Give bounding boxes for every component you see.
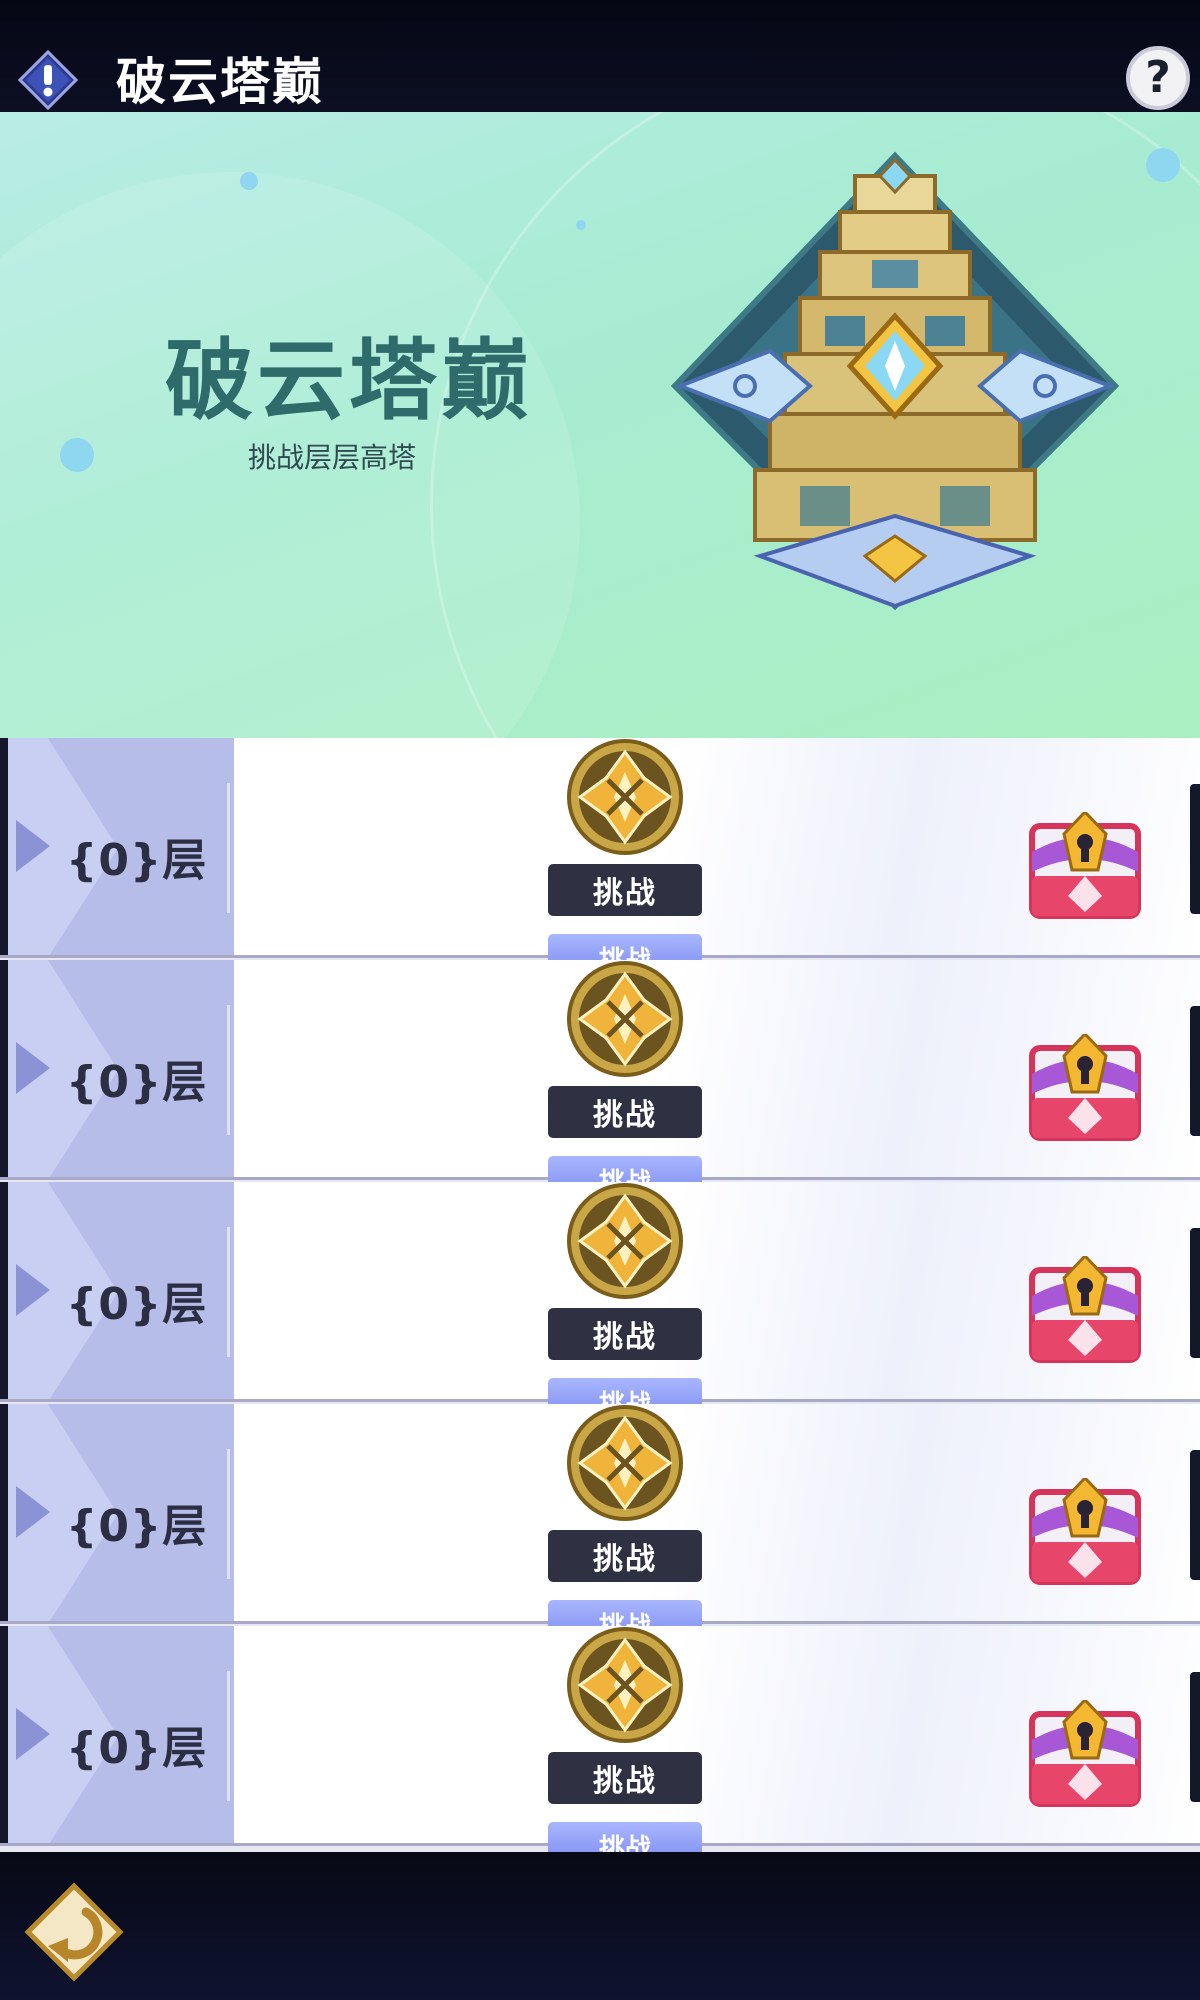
- row-edge: [0, 738, 8, 955]
- floor-label: {0}层: [66, 1501, 208, 1552]
- challenge-button-peek: 挑战: [548, 1822, 702, 1852]
- row-edge: [1190, 1450, 1200, 1580]
- row-edge: [0, 1404, 8, 1621]
- floor-label: {0}层: [66, 1057, 208, 1108]
- chevron-right-icon: [16, 1486, 50, 1538]
- row-edge: [0, 1626, 8, 1843]
- challenge-button[interactable]: 挑战: [548, 1530, 702, 1582]
- tower-emblem-icon: [670, 151, 1120, 611]
- decor-dot: [576, 220, 586, 230]
- row-edge: [1190, 1228, 1200, 1358]
- floor-medal-icon: [567, 739, 683, 855]
- floor-medal-icon: [567, 1405, 683, 1521]
- banner-subtitle: 挑战层层高塔: [248, 441, 417, 474]
- banner: 破云塔巅 挑战层层高塔: [0, 112, 1200, 738]
- decor-dot: [1146, 148, 1180, 182]
- floor-row: {0}层 挑战 挑战: [0, 960, 1200, 1196]
- banner-title: 破云塔巅: [165, 329, 534, 432]
- floor-row: {0}层 挑战 挑战: [0, 1404, 1200, 1640]
- chevron-right-icon: [16, 820, 50, 872]
- challenge-button[interactable]: 挑战: [548, 864, 702, 916]
- divider: [227, 1671, 230, 1801]
- floor-row: {0}层 挑战 挑战: [0, 1182, 1200, 1418]
- info-icon[interactable]: [18, 50, 78, 110]
- row-edge: [1190, 1006, 1200, 1136]
- treasure-chest-icon[interactable]: [1026, 1034, 1144, 1142]
- challenge-button[interactable]: 挑战: [548, 1752, 702, 1804]
- help-button[interactable]: ?: [1126, 46, 1190, 110]
- chevron-right-icon: [16, 1264, 50, 1316]
- floor-medal-icon: [567, 961, 683, 1077]
- treasure-chest-icon[interactable]: [1026, 1478, 1144, 1586]
- bottom-bar: [0, 1852, 1200, 2000]
- row-edge: [0, 1182, 8, 1399]
- floor-row: {0}层 挑战 挑战: [0, 1626, 1200, 1852]
- treasure-chest-icon[interactable]: [1026, 1256, 1144, 1364]
- floor-row: {0}层 挑战 挑战: [0, 738, 1200, 974]
- page-title: 破云塔巅: [116, 53, 324, 111]
- back-arrow-icon[interactable]: [24, 1882, 124, 1982]
- row-edge: [1190, 1672, 1200, 1802]
- chevron-right-icon: [16, 1708, 50, 1760]
- row-edge: [1190, 784, 1200, 914]
- floor-label: {0}层: [66, 1279, 208, 1330]
- row-edge: [0, 960, 8, 1177]
- divider: [227, 1227, 230, 1357]
- challenge-button[interactable]: 挑战: [548, 1308, 702, 1360]
- floor-medal-icon: [567, 1183, 683, 1299]
- divider: [227, 783, 230, 913]
- divider: [227, 1449, 230, 1579]
- floor-list[interactable]: {0}层 挑战 挑战 {0}层: [0, 738, 1200, 1852]
- treasure-chest-icon[interactable]: [1026, 1700, 1144, 1808]
- treasure-chest-icon[interactable]: [1026, 812, 1144, 920]
- decor-dot: [240, 172, 258, 190]
- floor-medal-icon: [567, 1627, 683, 1743]
- chevron-right-icon: [16, 1042, 50, 1094]
- floor-label: {0}层: [66, 1723, 208, 1774]
- top-bar: 破云塔巅 ?: [0, 0, 1200, 112]
- question-mark-icon: ?: [1145, 52, 1171, 103]
- decor-dot: [60, 438, 94, 472]
- divider: [227, 1005, 230, 1135]
- floor-label: {0}层: [66, 835, 208, 886]
- challenge-button[interactable]: 挑战: [548, 1086, 702, 1138]
